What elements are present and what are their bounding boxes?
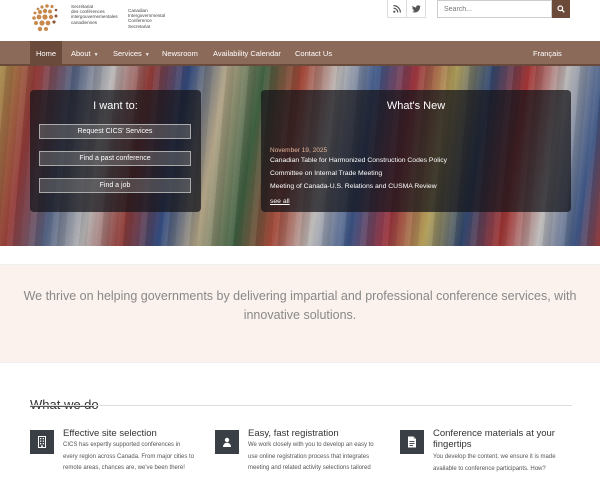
section-divider-accent <box>30 406 94 407</box>
i-want-to-panel: I want to: Request CICS' Services Find a… <box>30 90 201 212</box>
language-toggle[interactable]: Français <box>527 41 568 66</box>
nav-contact-us[interactable]: Contact Us <box>289 41 338 66</box>
hero-banner: I want to: Request CICS' Services Find a… <box>0 66 600 246</box>
nav-about[interactable]: About ▼ <box>65 41 105 66</box>
news-link[interactable]: Committee on Internal Trade Meeting <box>270 170 382 177</box>
main-nav: Home About ▼ Services ▼ Newsroom Availabil… <box>0 41 600 66</box>
news-link[interactable]: Meeting of Canada-U.S. Relations and CUS… <box>270 183 437 190</box>
feature-description: CICS has expertly supported conferences … <box>63 442 195 471</box>
chevron-down-icon: ▼ <box>144 52 150 58</box>
nav-newsroom[interactable]: Newsroom <box>156 41 204 66</box>
section-divider <box>30 405 572 406</box>
nav-label: Availability Calendar <box>213 49 281 58</box>
feature-description: You develop the content, we ensure it is… <box>433 454 556 472</box>
find-past-conference-button[interactable]: Find a past conference <box>39 151 191 166</box>
feature-description: We work closely with you to develop an e… <box>248 442 374 471</box>
see-all-link[interactable]: see all <box>270 198 290 205</box>
twitter-icon <box>411 4 421 13</box>
rss-button[interactable] <box>387 0 407 18</box>
news-date: November 19, 2025 <box>270 147 328 154</box>
site-header: Secrétariat des conférences intergouvern… <box>0 0 600 41</box>
tagline-text: We thrive on helping governments by deli… <box>23 289 577 322</box>
search-button[interactable] <box>552 0 570 18</box>
nav-label: Services <box>113 49 142 58</box>
panel-title: I want to: <box>93 100 138 112</box>
user-icon <box>215 430 239 454</box>
find-job-button[interactable]: Find a job <box>39 178 191 193</box>
rss-icon <box>393 4 401 13</box>
nav-availability-calendar[interactable]: Availability Calendar <box>207 41 287 66</box>
panel-title: What's New <box>386 100 446 112</box>
feature-title: Easy, fast registration <box>248 428 339 439</box>
news-link[interactable]: Canadian Table for Harmonized Constructi… <box>270 157 447 164</box>
logo-text-fr: Secrétariat des conférences intergouvern… <box>71 4 118 25</box>
tagline-section: We thrive on helping governments by deli… <box>0 264 600 363</box>
document-icon <box>400 430 424 454</box>
nav-label: Contact Us <box>295 49 333 58</box>
nav-services[interactable]: Services ▼ <box>107 41 156 66</box>
feature-title: Conference materials at your fingertips <box>433 428 555 450</box>
cics-logo-icon[interactable] <box>30 3 68 33</box>
nav-label: Newsroom <box>162 49 198 58</box>
logo-text-en: Canadian Intergovernmental Conference Se… <box>128 8 166 29</box>
chevron-down-icon: ▼ <box>93 52 99 58</box>
request-services-button[interactable]: Request CICS' Services <box>39 124 191 139</box>
nav-home[interactable]: Home <box>30 41 63 66</box>
feature-title: Effective site selection <box>63 428 157 439</box>
nav-label: About <box>71 49 91 58</box>
search-icon <box>557 5 565 13</box>
nav-label: Home <box>36 49 57 58</box>
whats-new-panel: What's New November 19, 2025 Canadian Ta… <box>261 90 571 212</box>
language-label: Français <box>533 49 562 58</box>
search-input[interactable] <box>437 0 552 18</box>
building-icon <box>30 430 54 454</box>
twitter-button[interactable] <box>406 0 426 18</box>
